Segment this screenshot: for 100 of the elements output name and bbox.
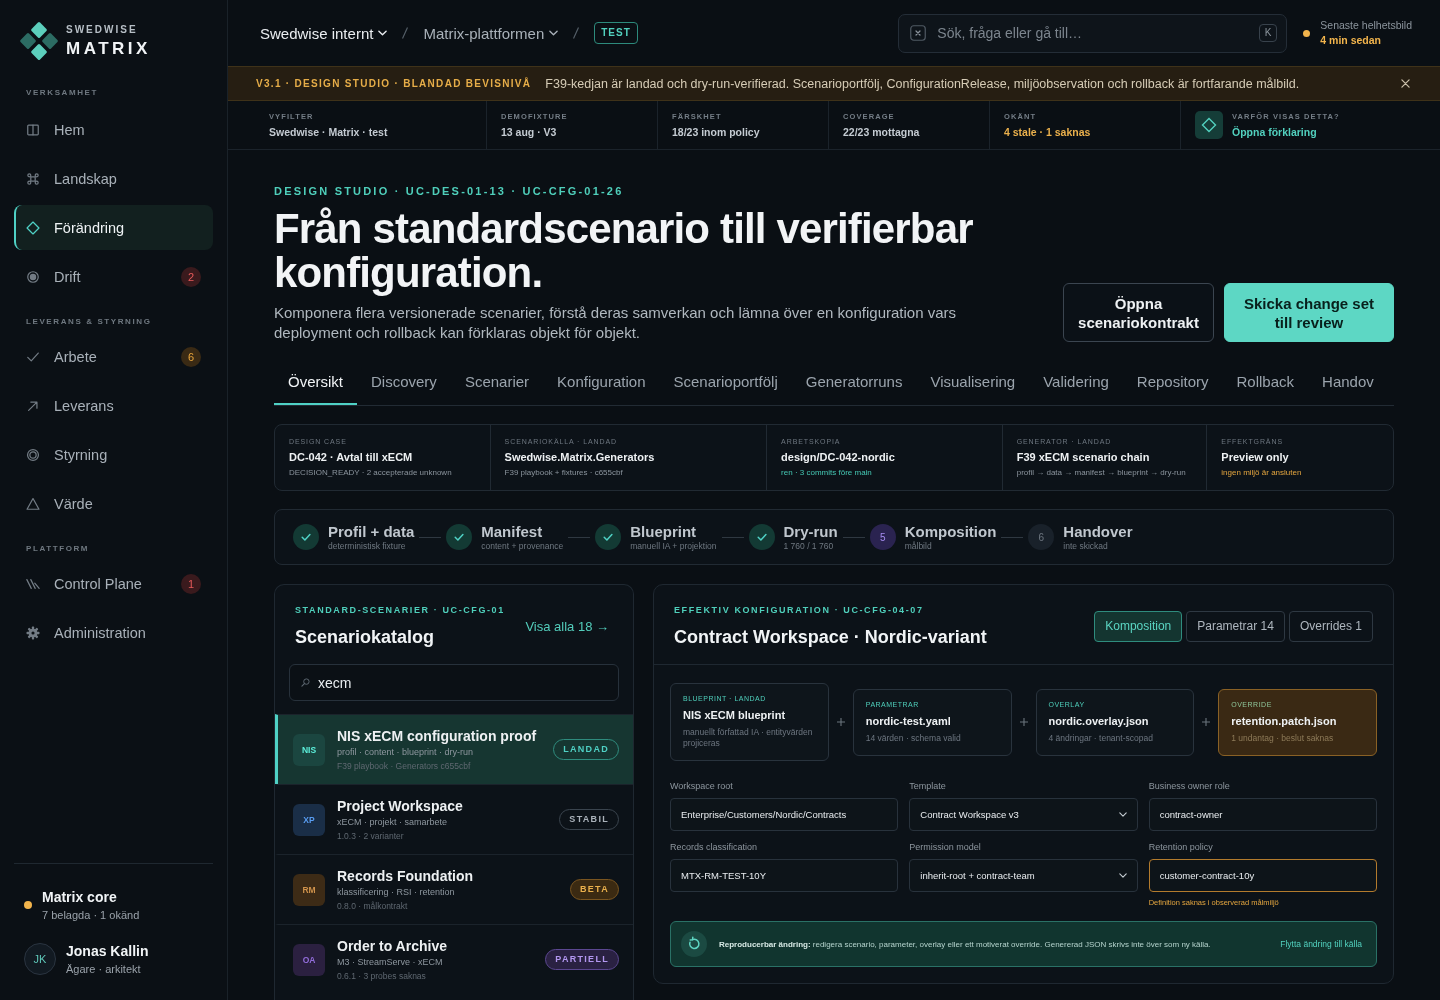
step-detail: content + provenance xyxy=(481,540,564,552)
case-detail: DECISION_READY · 2 accepterade unknown xyxy=(289,468,453,478)
nav-item[interactable]: Styrning xyxy=(14,432,213,477)
nav-section-title: LEVERANS & STYRNING xyxy=(25,317,153,327)
case-detail: ingen miljö är ansluten xyxy=(1221,468,1303,478)
move-change-link[interactable]: Flytta ändring till källa xyxy=(1280,939,1362,949)
logo-icon xyxy=(18,20,60,62)
step-connector xyxy=(1001,536,1024,538)
environment-badge: TEST xyxy=(594,22,638,44)
slash-icon xyxy=(402,27,409,39)
step-name: Dry-run xyxy=(783,522,838,540)
chevron-down-icon xyxy=(1118,873,1127,878)
scenario-row[interactable]: RM Records Foundation klassificering · RSI · retention 0.8.0 · målkontrakt BETA xyxy=(275,854,633,924)
panel-eyebrow: STANDARD-SCENARIER · UC-CFG-01 xyxy=(295,604,505,616)
count-badge: 1 xyxy=(181,573,201,594)
plus-icon xyxy=(1202,718,1211,726)
tab[interactable]: Visualisering xyxy=(916,360,1030,405)
field-label: Business owner role xyxy=(1148,781,1231,792)
nav-item[interactable]: Administration xyxy=(14,610,213,655)
tab[interactable]: Validering xyxy=(1029,360,1123,405)
panel-title: Scenariokatalog xyxy=(295,626,436,648)
nav-item[interactable]: Hem xyxy=(14,107,213,152)
initials-avatar: NIS xyxy=(293,733,325,766)
scenario-tags: M3 · StreamServe · xECM xyxy=(337,956,534,968)
company-name: SWEDWISE xyxy=(66,23,139,36)
tab[interactable]: Discovery xyxy=(357,360,451,405)
tab[interactable]: Repository xyxy=(1122,360,1223,405)
search-icon xyxy=(301,678,310,687)
field-label: Workspace root xyxy=(670,781,734,792)
step-detail: inte skickad xyxy=(1063,540,1109,552)
scenario-name: Records Foundation xyxy=(337,867,475,885)
open-button[interactable]: Öppna scenariokontrakt xyxy=(1063,283,1214,342)
layer-detail: manuellt författad IA · entityvärden projiceras xyxy=(683,727,814,749)
view-all-link[interactable]: Visa alla 18 → xyxy=(525,618,609,634)
text-field[interactable]: MTX-RM-TEST-10Y xyxy=(670,859,899,892)
scenario-row[interactable]: OA Order to Archive M3 · StreamServe · xECM 0.6.1 · 3 probes saknas PARTIELL xyxy=(275,924,633,994)
snapshot-label: Senaste helhetsbild xyxy=(1320,18,1412,33)
slash-icon xyxy=(573,27,580,39)
text-field[interactable]: contract-owner xyxy=(1148,798,1377,831)
case-value: Swedwise.Matrix.Generators xyxy=(504,451,656,464)
tab[interactable]: Översikt xyxy=(274,360,357,405)
view-toggle[interactable]: Overrides 1 xyxy=(1288,610,1373,642)
nav-item[interactable]: Landskap xyxy=(14,156,213,201)
nav-item[interactable]: Arbete 6 xyxy=(14,334,213,379)
count-badge: 6 xyxy=(181,346,201,367)
text-field[interactable]: customer-contract-10y xyxy=(1148,859,1377,892)
nav-item[interactable]: Värde xyxy=(14,481,213,526)
status-badge: PARTIELL xyxy=(545,949,619,970)
submit-button[interactable]: Skicka change set till review xyxy=(1224,283,1394,342)
filter-value: 13 aug · V3 xyxy=(501,125,558,139)
tab[interactable]: Konfiguration xyxy=(543,360,660,405)
check-icon xyxy=(748,524,775,550)
nav-item[interactable]: Förändring xyxy=(14,205,213,250)
close-icon[interactable] xyxy=(1401,79,1410,88)
case-detail: F39 playbook + fixtures · c655cbf xyxy=(504,468,624,478)
tab[interactable]: Scenarier xyxy=(450,360,544,405)
filter-value: 18/23 inom policy xyxy=(672,125,760,139)
layer-name: retention.patch.json xyxy=(1231,713,1338,728)
view-toggle[interactable]: Parametrar 14 xyxy=(1186,610,1285,642)
select-field[interactable]: Contract Workspace v3 xyxy=(909,798,1138,831)
count-badge: 2 xyxy=(181,266,201,287)
tab[interactable]: Handov xyxy=(1308,360,1388,405)
plus-icon xyxy=(836,718,845,726)
diagonal-lines-icon xyxy=(26,576,40,591)
keycap-icon xyxy=(910,25,927,41)
step-name: Komposition xyxy=(904,522,997,540)
text-field[interactable]: Enterprise/Customers/Nordic/Contracts xyxy=(670,798,899,831)
view-toggle[interactable]: Komposition xyxy=(1094,610,1183,642)
step-detail: deterministisk fixture xyxy=(328,540,407,552)
chevron-down-icon xyxy=(549,30,559,36)
scenario-name: NIS xECM configuration proof xyxy=(337,727,538,745)
layer-detail: 1 undantag · beslut saknas xyxy=(1231,732,1335,744)
search-field[interactable]: xecm xyxy=(289,664,619,701)
check-icon xyxy=(595,524,622,550)
step-number: 6 xyxy=(1028,524,1055,550)
panel-title: Contract Workspace · Nordic-variant xyxy=(674,626,987,648)
step-name: Profil + data xyxy=(328,522,415,540)
layer-detail: 14 värden · schema valid xyxy=(865,732,962,744)
avatar[interactable]: JK xyxy=(24,943,56,975)
step-detail: målbild xyxy=(904,540,933,552)
filter-value: Swedwise · Matrix · test xyxy=(269,125,388,139)
scenario-row[interactable]: NIS NIS xECM configuration proof profil · content · blueprint · dry-run F39 playbook · Generators c655cbf LANDAD xyxy=(275,714,633,784)
layer-name: nordic.overlay.json xyxy=(1048,713,1150,728)
page-title: Från standardscenario till verifierbar konfiguration. xyxy=(274,207,974,295)
tab[interactable]: Scenarioportfölj xyxy=(659,360,792,405)
tab[interactable]: Rollback xyxy=(1222,360,1309,405)
nav-item[interactable]: Control Plane 1 xyxy=(14,561,213,606)
breadcrumb-dropdown[interactable]: Matrix-plattformen xyxy=(423,24,559,42)
select-field[interactable]: inherit-root + contract-team xyxy=(909,859,1138,892)
breadcrumb-dropdown[interactable]: Swedwise internt xyxy=(260,24,388,42)
tab[interactable]: Generatorruns xyxy=(791,360,917,405)
layer-detail: 4 ändringar · tenant-scopad xyxy=(1048,732,1154,744)
radio-icon xyxy=(26,269,40,284)
initials-avatar: RM xyxy=(293,873,325,906)
chevron-down-icon xyxy=(378,30,388,36)
nav-item[interactable]: Leverans xyxy=(14,383,213,428)
nav-item[interactable]: Drift 2 xyxy=(14,254,213,299)
step-number: 5 xyxy=(869,524,896,550)
explanation-link[interactable]: Öppna förklaring xyxy=(1232,125,1317,139)
scenario-row[interactable]: XP Project Workspace xECM · projekt · samarbete 1.0.3 · 2 varianter STABIL xyxy=(275,784,633,854)
